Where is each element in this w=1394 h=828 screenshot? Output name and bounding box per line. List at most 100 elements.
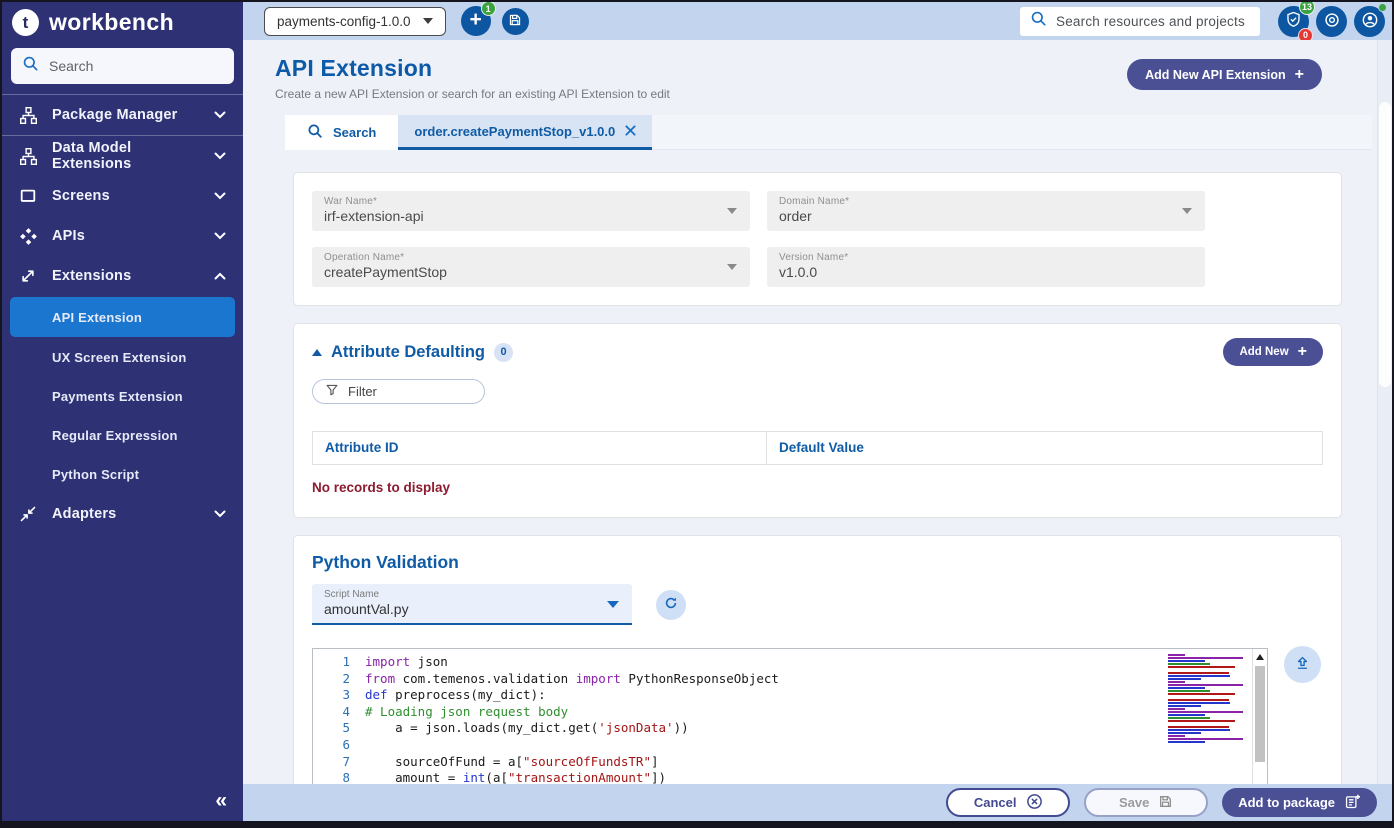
account-status-dot [1378, 3, 1387, 12]
page-scroll-thumb[interactable] [1379, 102, 1391, 387]
chevron-down-icon [214, 152, 226, 160]
logo-text: workbench [49, 9, 174, 36]
sidebar-item-label: Extensions [52, 268, 214, 284]
add-new-api-extension-button[interactable]: Add New API Extension + [1127, 59, 1322, 90]
account-button[interactable] [1354, 6, 1385, 37]
caret-down-icon [423, 18, 433, 24]
topbar: payments-config-1.0.0 + 1 Search resourc… [243, 2, 1392, 40]
sidebar-item-package-manager[interactable]: Package Manager [2, 95, 243, 135]
extensions-icon [18, 267, 38, 285]
domain-name-select[interactable]: Domain Name* order [767, 191, 1205, 231]
global-search-placeholder: Search resources and projects [1056, 14, 1245, 29]
caret-down-icon [727, 208, 737, 214]
script-name-select[interactable]: Script Name amountVal.py [312, 584, 632, 625]
chevron-down-icon [214, 510, 226, 518]
scroll-up-arrow-icon[interactable] [1256, 654, 1264, 660]
field-value: order [779, 208, 1193, 224]
chevron-down-icon [214, 111, 226, 119]
tab-label: Search [333, 125, 376, 140]
sidebar-subitem-ux-screen-extension[interactable]: UX Screen Extension [2, 338, 243, 377]
sidebar-item-screens[interactable]: Screens [2, 176, 243, 216]
page-subtitle: Create a new API Extension or search for… [275, 87, 670, 101]
add-to-package-button[interactable]: Add to package [1222, 788, 1377, 817]
upload-script-button[interactable] [1284, 646, 1321, 683]
content-area: API Extension Create a new API Extension… [243, 40, 1392, 784]
sidebar-item-label: Screens [52, 188, 214, 204]
page-scrollbar[interactable] [1377, 40, 1392, 784]
editor-scroll-thumb[interactable] [1255, 666, 1265, 762]
notifications-button[interactable]: 13 0 [1278, 6, 1309, 37]
sidebar-subitem-python-script[interactable]: Python Script [2, 455, 243, 494]
tab-search[interactable]: Search [285, 115, 398, 150]
editor-scrollbar[interactable] [1252, 649, 1267, 784]
sidebar-subitem-label: UX Screen Extension [52, 350, 187, 365]
save-project-button[interactable] [502, 8, 529, 35]
column-header-default-value[interactable]: Default Value [767, 432, 1322, 464]
caret-down-icon [607, 601, 619, 608]
page-header: API Extension Create a new API Extension… [275, 55, 1322, 101]
python-validation-title: Python Validation [312, 552, 1323, 573]
sidebar-subitem-payments-extension[interactable]: Payments Extension [2, 377, 243, 416]
sidebar-item-label: Adapters [52, 506, 214, 522]
tab-label: order.createPaymentStop_v1.0.0 [414, 124, 615, 139]
global-search-input[interactable]: Search resources and projects [1020, 7, 1260, 36]
war-name-select[interactable]: War Name* irf-extension-api [312, 191, 750, 231]
person-circle-icon [1361, 11, 1379, 32]
sidebar-subitem-label: API Extension [52, 310, 142, 325]
field-value: createPaymentStop [324, 264, 738, 280]
field-value: irf-extension-api [324, 208, 738, 224]
close-icon[interactable] [625, 124, 636, 139]
tab-bar: Search order.createPaymentStop_v1.0.0 [285, 115, 1372, 150]
tab-order-createpaymentstop[interactable]: order.createPaymentStop_v1.0.0 [398, 115, 652, 150]
code-editor[interactable]: 123456789 import jsonfrom com.temenos.va… [312, 648, 1268, 784]
no-records-text: No records to display [312, 480, 1323, 495]
cancel-button[interactable]: Cancel [946, 788, 1070, 817]
sidebar-search-placeholder: Search [49, 58, 93, 74]
sidebar-subitem-regular-expression[interactable]: Regular Expression [2, 416, 243, 455]
search-icon [307, 123, 323, 142]
sidebar-item-data-model-extensions[interactable]: Data Model Extensions [2, 136, 243, 176]
field-value: v1.0.0 [779, 264, 1193, 280]
operation-name-select[interactable]: Operation Name* createPaymentStop [312, 247, 750, 287]
field-label: Script Name [324, 589, 620, 600]
sidebar-search-input[interactable]: Search [11, 48, 234, 84]
sidebar-collapse-button[interactable]: « [2, 783, 243, 821]
refresh-script-button[interactable] [656, 590, 686, 620]
attribute-table: Attribute ID Default Value [312, 431, 1323, 465]
column-header-attribute-id[interactable]: Attribute ID [313, 432, 767, 464]
add-project-button[interactable]: + 1 [461, 6, 491, 36]
field-label: Operation Name* [324, 252, 738, 263]
app-window: t workbench Search Package Manager [0, 0, 1394, 828]
save-button[interactable]: Save [1084, 788, 1208, 817]
caret-down-icon [727, 264, 737, 270]
collapse-triangle-icon[interactable] [312, 349, 322, 356]
add-project-badge: 1 [481, 1, 496, 16]
add-new-attribute-button[interactable]: Add New + [1223, 338, 1323, 366]
save-label: Save [1119, 795, 1149, 810]
sidebar-item-apis[interactable]: APIs [2, 216, 243, 256]
sidebar-subitem-label: Payments Extension [52, 389, 183, 404]
cancel-label: Cancel [974, 795, 1017, 810]
sidebar-item-adapters[interactable]: Adapters [2, 494, 243, 534]
sidebar-nav: Package Manager Data Model Extensions Sc… [2, 94, 243, 534]
main-area: payments-config-1.0.0 + 1 Search resourc… [243, 2, 1392, 821]
funnel-icon [325, 383, 339, 400]
support-button[interactable] [1316, 6, 1347, 37]
filter-placeholder: Filter [348, 384, 377, 399]
project-select[interactable]: payments-config-1.0.0 [264, 7, 446, 36]
plus-icon: + [1295, 66, 1304, 84]
apis-icon [18, 227, 38, 246]
field-label: Version Name* [779, 252, 1193, 263]
sidebar-item-extensions[interactable]: Extensions [2, 256, 243, 296]
filter-input[interactable]: Filter [312, 379, 485, 404]
sidebar-subitem-api-extension[interactable]: API Extension [10, 297, 235, 337]
action-bar: Cancel Save Add to package [243, 784, 1392, 821]
app-logo: t workbench [2, 2, 243, 41]
logo-icon: t [12, 9, 39, 36]
version-name-field[interactable]: Version Name* v1.0.0 [767, 247, 1205, 287]
chevron-down-icon [214, 232, 226, 240]
attribute-defaulting-section: Attribute Defaulting 0 Add New + Filter … [293, 323, 1342, 518]
bullseye-icon [1323, 11, 1341, 32]
screen-icon [18, 187, 38, 205]
sidebar-item-label: Package Manager [52, 107, 214, 123]
